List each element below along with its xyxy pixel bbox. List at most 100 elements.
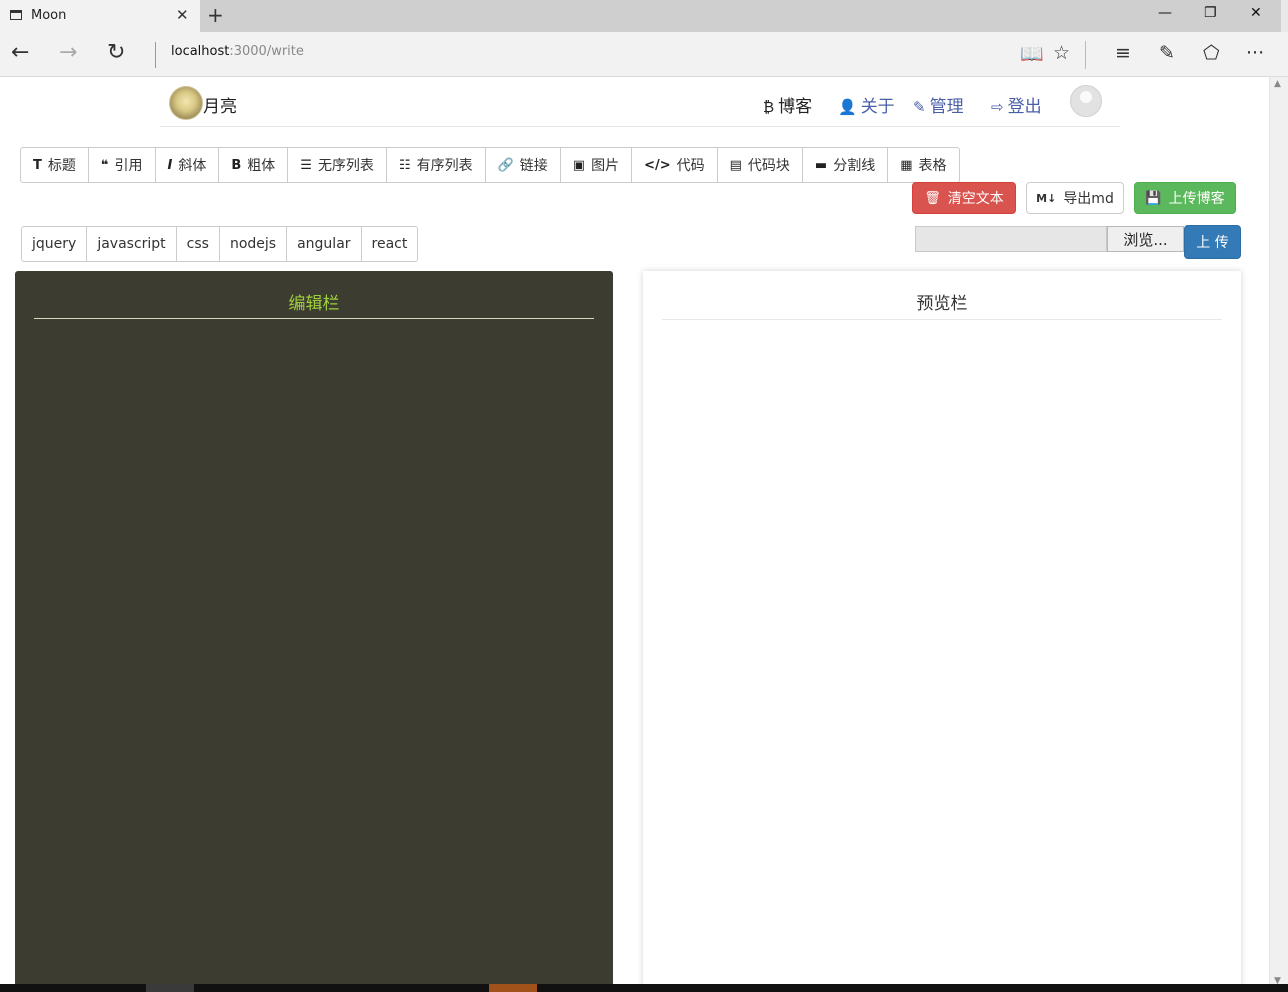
refresh-button[interactable]: ↻ (107, 40, 125, 65)
favorite-icon[interactable]: ☆ (1053, 42, 1070, 64)
browser-tab[interactable]: Moon ✕ (0, 0, 200, 32)
italic-icon: I (167, 157, 173, 173)
nav-logout-link[interactable]: ⇨ 登出 (991, 92, 1042, 117)
code-block-button[interactable]: ▤ 代码块 (718, 148, 803, 182)
site-header: 月亮 ₿ 博客 👤 关于 ✎ 管理 ⇨ 登出 (160, 80, 1120, 127)
ordered-list-button[interactable]: ☷ 有序列表 (387, 148, 486, 182)
tag-group: jquery javascript css nodejs angular rea… (21, 226, 419, 262)
save-icon: 💾 (1145, 190, 1162, 206)
close-window-button[interactable]: ✕ (1250, 5, 1262, 21)
url-field[interactable]: localhost:3000/write (171, 44, 304, 59)
upload-button[interactable]: 上 传 (1184, 225, 1241, 259)
page-scrollbar[interactable]: ▲ ▼ (1269, 77, 1288, 992)
editor-divider (34, 318, 594, 319)
heading-label: 标题 (47, 158, 76, 174)
bold-button[interactable]: B 粗体 (219, 148, 289, 182)
nav-blog-link[interactable]: ₿ 博客 (763, 92, 812, 117)
tag-angular[interactable]: angular (287, 227, 362, 261)
upload-blog-label: 上传博客 (1168, 191, 1225, 207)
markdown-editor-textarea[interactable] (34, 329, 598, 983)
new-tab-button[interactable]: + (207, 3, 224, 27)
user-avatar[interactable] (1070, 85, 1102, 117)
nav-about-label: 关于 (860, 97, 895, 117)
italic-button[interactable]: I 斜体 (156, 148, 220, 182)
site-name[interactable]: 月亮 (203, 92, 237, 117)
image-label: 图片 (591, 158, 620, 174)
tag-javascript[interactable]: javascript (87, 227, 177, 261)
table-icon: ▦ (900, 157, 913, 173)
file-code-icon: ▤ (729, 157, 742, 173)
trash-icon: 🗑 (924, 190, 941, 206)
file-path-input[interactable] (915, 226, 1107, 252)
minus-icon: ▬ (814, 157, 828, 173)
link-label: 链接 (519, 158, 548, 174)
reading-view-icon[interactable]: 📖 (1020, 42, 1044, 65)
italic-label: 斜体 (178, 158, 207, 174)
table-label: 表格 (918, 158, 947, 174)
quote-button[interactable]: ❝ 引用 (89, 148, 156, 182)
browse-button[interactable]: 浏览... (1107, 226, 1184, 252)
os-taskbar (0, 984, 1288, 992)
tag-react[interactable]: react (362, 227, 418, 261)
image-button[interactable]: ▣ 图片 (561, 148, 633, 182)
tab-close-icon[interactable]: ✕ (176, 6, 189, 24)
export-md-label: 导出md (1063, 191, 1114, 207)
ordered-list-label: 有序列表 (416, 158, 473, 174)
list-icon: ☰ (300, 157, 312, 173)
heading-button[interactable]: T 标题 (21, 148, 89, 182)
code-button[interactable]: </> 代码 (632, 148, 718, 182)
table-button[interactable]: ▦ 表格 (888, 148, 958, 182)
taskbar-item[interactable] (146, 984, 194, 992)
bold-label: 粗体 (247, 158, 276, 174)
nav-about-link[interactable]: 👤 关于 (838, 92, 895, 117)
tab-page-icon (10, 10, 22, 20)
code-icon: </> (644, 157, 671, 173)
toolbar-separator (1085, 41, 1086, 69)
restore-button[interactable]: ❐ (1204, 5, 1217, 21)
code-block-label: 代码块 (747, 158, 790, 174)
taskbar-item[interactable] (489, 984, 537, 992)
tab-title: Moon (31, 8, 67, 23)
user-icon: 👤 (838, 98, 857, 116)
nav-logout-label: 登出 (1007, 97, 1042, 117)
share-icon[interactable]: ⬠ (1203, 42, 1220, 64)
url-path: :3000/write (229, 44, 304, 59)
upload-blog-button[interactable]: 💾 上传博客 (1134, 182, 1236, 214)
forward-button[interactable]: → (59, 40, 77, 65)
clear-text-label: 清空文本 (947, 191, 1004, 207)
tag-css[interactable]: css (177, 227, 220, 261)
site-logo-avatar[interactable] (169, 86, 203, 120)
preview-panel: 预览栏 (643, 271, 1241, 992)
preview-title: 预览栏 (916, 294, 968, 314)
more-icon[interactable]: ··· (1246, 42, 1264, 64)
back-button[interactable]: ← (11, 40, 29, 65)
tag-nodejs[interactable]: nodejs (220, 227, 288, 261)
web-note-icon[interactable]: ✎ (1159, 42, 1175, 64)
nav-blog-label: 博客 (778, 97, 813, 117)
preview-divider (662, 319, 1222, 320)
editor-panel: 编辑栏 (15, 271, 613, 992)
scroll-up-icon[interactable]: ▲ (1274, 79, 1281, 89)
export-md-button[interactable]: M↓ 导出md (1026, 182, 1124, 214)
quote-label: 引用 (114, 158, 143, 174)
tag-jquery[interactable]: jquery (22, 227, 88, 261)
address-bar: ← → ↻ localhost:3000/write 📖 ☆ ≡ ✎ ⬠ ··· (0, 32, 1288, 77)
browser-tab-strip: Moon ✕ + — ❐ ✕ (0, 0, 1288, 32)
image-icon: ▣ (572, 157, 586, 173)
url-separator (155, 42, 156, 68)
divider-button[interactable]: ▬ 分割线 (803, 148, 889, 182)
heading-icon: T (33, 157, 42, 173)
nav-manage-link[interactable]: ✎ 管理 (913, 92, 964, 117)
bitcoin-icon: ₿ (763, 98, 775, 116)
url-host: localhost (171, 44, 230, 59)
minimize-button[interactable]: — (1158, 5, 1172, 21)
editor-title: 编辑栏 (288, 294, 340, 314)
markdown-icon: M↓ (1036, 191, 1057, 205)
clear-text-button[interactable]: 🗑 清空文本 (912, 182, 1016, 214)
bold-icon: B (231, 157, 242, 173)
unordered-list-button[interactable]: ☰ 无序列表 (288, 148, 387, 182)
leaf-icon: ✎ (913, 98, 926, 116)
hub-icon[interactable]: ≡ (1115, 42, 1131, 64)
link-button[interactable]: 🔗 链接 (486, 148, 561, 182)
logout-icon: ⇨ (991, 98, 1004, 116)
